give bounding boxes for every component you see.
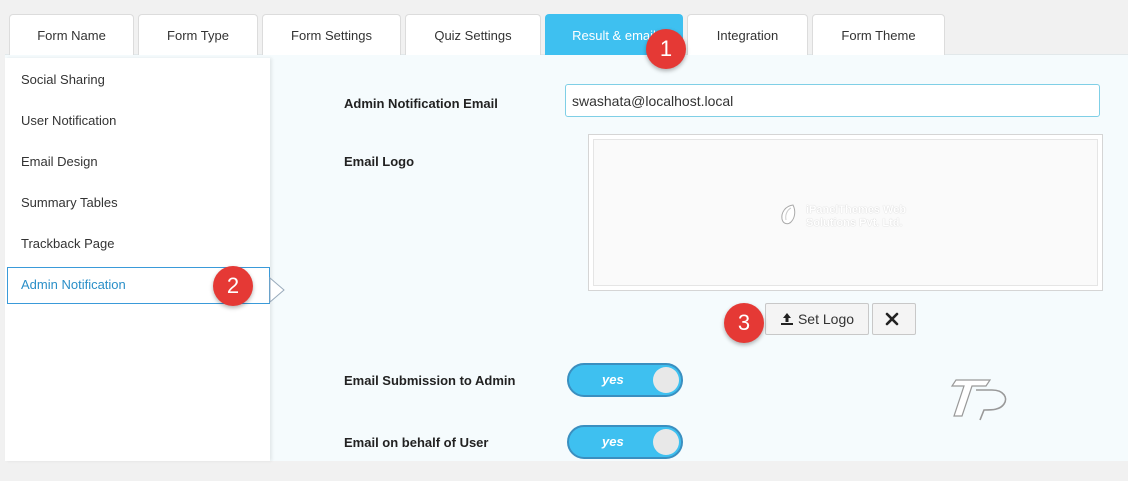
set-logo-label: Set Logo bbox=[797, 311, 855, 327]
sidebar-item-label: Admin Notification bbox=[21, 277, 126, 292]
sidebar-item-summary-tables[interactable]: Summary Tables bbox=[21, 193, 118, 213]
active-pointer-icon bbox=[269, 276, 285, 304]
set-logo-button[interactable]: Set Logo bbox=[765, 303, 869, 335]
logo-company-name: iPanelThemes Web Solutions Pvt. Ltd. bbox=[806, 204, 906, 230]
tab-form-theme[interactable]: Form Theme bbox=[812, 14, 945, 55]
toggle-state-label: yes bbox=[602, 434, 624, 449]
submission-to-admin-toggle[interactable]: yes bbox=[567, 363, 683, 397]
remove-logo-button[interactable] bbox=[872, 303, 916, 335]
logo-company-line2: Solutions Pvt. Ltd. bbox=[806, 217, 903, 229]
tab-label: Form Theme bbox=[841, 27, 916, 43]
tab-form-name[interactable]: Form Name bbox=[9, 14, 134, 55]
email-logo-preview: iPanelThemes Web Solutions Pvt. Ltd. bbox=[588, 134, 1103, 291]
tab-integration[interactable]: Integration bbox=[687, 14, 808, 55]
step-badge-3: 3 bbox=[724, 303, 764, 343]
email-logo-label: Email Logo bbox=[344, 154, 415, 169]
tab-form-settings[interactable]: Form Settings bbox=[262, 14, 401, 55]
company-logo-icon bbox=[781, 204, 796, 225]
step-badge-1: 1 bbox=[646, 29, 686, 69]
upload-icon bbox=[780, 313, 793, 325]
sidebar-item-label: Summary Tables bbox=[21, 195, 118, 210]
sidebar-item-label: Trackback Page bbox=[21, 236, 115, 251]
behalf-of-user-toggle[interactable]: yes bbox=[567, 425, 683, 459]
toggle-knob bbox=[653, 367, 679, 393]
watermark-logo-icon bbox=[950, 379, 1007, 421]
close-icon bbox=[885, 312, 899, 326]
tab-label: Form Settings bbox=[291, 27, 372, 43]
logo-company-line1: iPanelThemes Web bbox=[806, 204, 907, 216]
sidebar: Social Sharing User Notification Email D… bbox=[5, 58, 270, 461]
admin-email-input[interactable] bbox=[565, 84, 1100, 117]
behalf-of-user-label: Email on behalf of User bbox=[344, 435, 489, 450]
sidebar-item-label: User Notification bbox=[21, 113, 117, 128]
sidebar-item-trackback-page[interactable]: Trackback Page bbox=[21, 234, 114, 254]
tab-label: Result & email bbox=[572, 27, 656, 43]
tab-label: Form Name bbox=[37, 27, 106, 43]
submission-to-admin-label: Email Submission to Admin bbox=[344, 373, 516, 388]
tab-label: Form Type bbox=[167, 27, 229, 43]
logo-frame: iPanelThemes Web Solutions Pvt. Ltd. bbox=[593, 139, 1098, 286]
toggle-knob bbox=[653, 429, 679, 455]
sidebar-item-label: Email Design bbox=[21, 154, 98, 169]
sidebar-item-social-sharing[interactable]: Social Sharing bbox=[21, 70, 105, 90]
tab-form-type[interactable]: Form Type bbox=[138, 14, 258, 55]
sidebar-item-email-design[interactable]: Email Design bbox=[21, 152, 98, 172]
admin-email-label: Admin Notification Email bbox=[344, 96, 498, 111]
step-badge-2: 2 bbox=[213, 266, 253, 306]
toggle-state-label: yes bbox=[602, 372, 624, 387]
tab-quiz-settings[interactable]: Quiz Settings bbox=[405, 14, 541, 55]
sidebar-item-admin-notification-label: Admin Notification bbox=[21, 275, 126, 295]
sidebar-item-label: Social Sharing bbox=[21, 72, 105, 87]
tab-label: Integration bbox=[716, 27, 779, 43]
sidebar-item-user-notification[interactable]: User Notification bbox=[21, 111, 116, 131]
tab-label: Quiz Settings bbox=[434, 27, 512, 43]
